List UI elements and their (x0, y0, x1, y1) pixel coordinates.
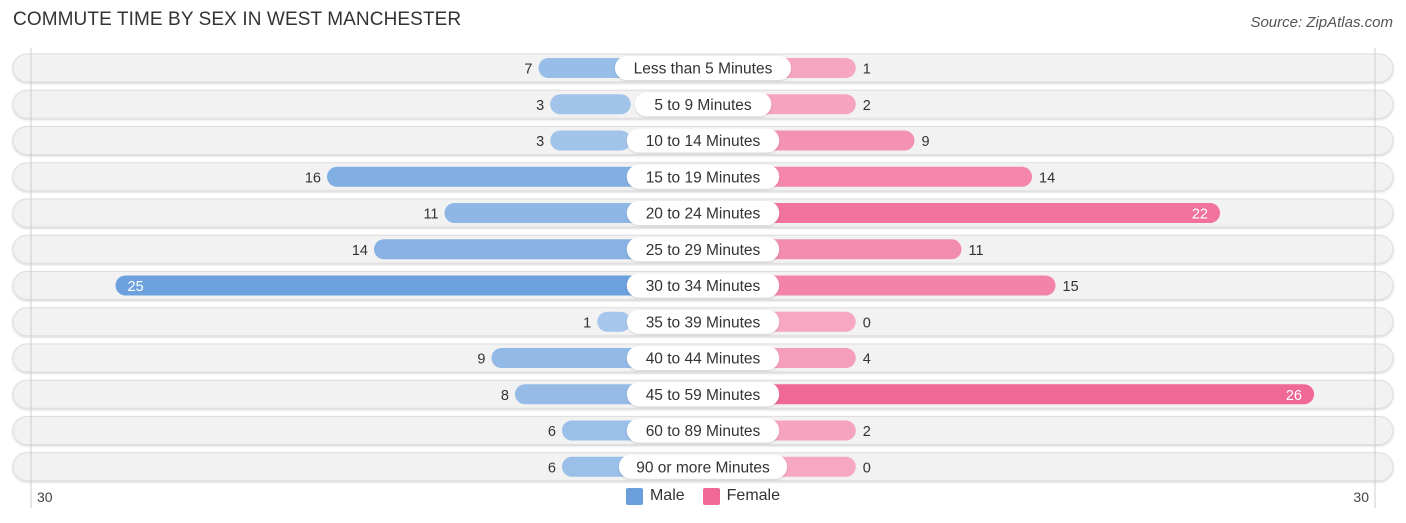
value-label-male: 14 (352, 243, 368, 259)
chart-row: 35 to 39 Minutes 1 0 (12, 307, 1394, 337)
chart-row: 15 to 19 Minutes 16 14 (12, 162, 1394, 192)
value-label-female: 2 (863, 424, 871, 440)
chart-row: 5 to 9 Minutes 3 2 (12, 89, 1394, 119)
category-label: 45 to 59 Minutes (646, 387, 761, 404)
chart-area: Less than 5 Minutes 7 1 5 to 9 Minutes 3 2 10 … (12, 48, 1394, 508)
category-label: 60 to 89 Minutes (646, 423, 761, 440)
value-label-female: 11 (969, 243, 984, 259)
bar-male (550, 94, 631, 115)
value-label-female: 22 (1192, 207, 1208, 223)
value-label-male: 3 (536, 98, 544, 114)
chart-row: 20 to 24 Minutes 11 22 (12, 198, 1394, 228)
bar-female (693, 384, 1314, 405)
bar-male (115, 275, 713, 296)
value-label-male: 3 (536, 134, 544, 150)
value-label-female: 2 (863, 98, 871, 114)
chart-row: 60 to 89 Minutes 6 2 (12, 416, 1394, 445)
value-label-male: 6 (548, 460, 556, 476)
category-label: 20 to 24 Minutes (646, 206, 761, 223)
bar-male (597, 311, 631, 332)
value-label-male: 6 (548, 424, 556, 440)
value-label-male: 9 (477, 352, 485, 368)
value-label-female: 9 (922, 134, 930, 150)
category-label: 5 to 9 Minutes (654, 97, 752, 114)
chart-row: 30 to 34 Minutes 25 15 (12, 271, 1394, 300)
legend-label-female: Female (726, 487, 781, 504)
chart-row: 10 to 14 Minutes 3 9 (12, 126, 1394, 155)
category-label: 15 to 19 Minutes (646, 169, 761, 186)
value-label-female: 26 (1286, 388, 1302, 404)
value-label-male: 25 (128, 279, 144, 295)
category-label: 90 or more Minutes (636, 459, 770, 476)
legend-swatch-female (702, 487, 720, 505)
value-label-female: 0 (863, 460, 871, 476)
value-label-female: 15 (1063, 279, 1079, 295)
value-label-male: 8 (501, 388, 509, 404)
chart-row: 25 to 29 Minutes 14 11 (12, 234, 1394, 264)
value-label-female: 4 (863, 352, 871, 368)
legend-item-male[interactable]: Male (625, 487, 685, 505)
chart-row: 45 to 59 Minutes 8 26 (12, 379, 1394, 409)
value-label-male: 7 (524, 62, 532, 78)
chart-row: 40 to 44 Minutes 9 4 (12, 343, 1394, 373)
value-label-male: 1 (583, 315, 591, 331)
legend: Male Female (0, 487, 1406, 505)
value-label-male: 11 (423, 207, 438, 223)
chart-row: Less than 5 Minutes 7 1 (12, 53, 1394, 83)
chart-row: 90 or more Minutes 6 0 (12, 452, 1394, 482)
value-label-female: 0 (863, 315, 871, 331)
category-label: Less than 5 Minutes (634, 61, 773, 78)
bar-male (550, 130, 631, 151)
category-label: 30 to 34 Minutes (646, 278, 761, 295)
legend-label-male: Male (649, 487, 685, 504)
category-label: 40 to 44 Minutes (646, 351, 761, 368)
category-label: 25 to 29 Minutes (646, 242, 761, 259)
category-label: 35 to 39 Minutes (646, 314, 761, 331)
legend-item-female[interactable]: Female (702, 487, 781, 505)
legend-swatch-male (625, 487, 643, 505)
value-label-male: 16 (305, 170, 321, 186)
value-label-female: 1 (863, 62, 871, 78)
category-label: 10 to 14 Minutes (646, 133, 761, 150)
value-label-female: 14 (1039, 170, 1055, 186)
